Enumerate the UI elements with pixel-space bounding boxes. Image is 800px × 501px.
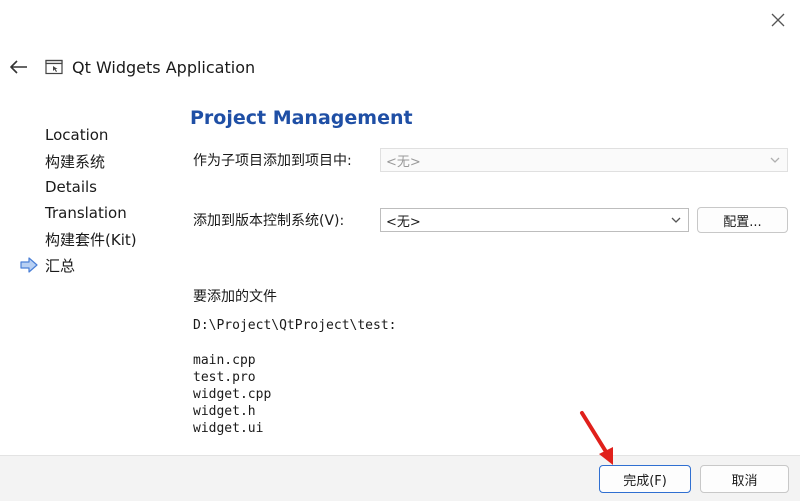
vcs-row: 添加到版本控制系统(V): <无> 配置... [193, 207, 788, 233]
back-button[interactable] [4, 52, 34, 82]
summary-page: Project Management 作为子项目添加到项目中: <无> 添加到版… [190, 100, 790, 436]
sidebar-item-build-system: 构建系统 [20, 148, 180, 174]
vcs-label: 添加到版本控制系统(V): [193, 213, 345, 229]
chevron-down-icon [770, 157, 780, 163]
sidebar-item-location: Location [20, 122, 180, 148]
sidebar-item-label: Location [45, 126, 109, 144]
wizard-steps-sidebar: Location 构建系统 Details Translation 构建套件(K… [20, 122, 180, 278]
back-arrow-icon [10, 60, 27, 74]
sidebar-item-details: Details [20, 174, 180, 200]
subproject-label: 作为子项目添加到项目中: [193, 153, 352, 169]
sidebar-item-label: Details [45, 178, 98, 196]
sidebar-item-translation: Translation [20, 200, 180, 226]
files-heading: 要添加的文件 [193, 289, 277, 305]
qt-widgets-app-icon [44, 57, 64, 77]
file-item: widget.cpp [193, 387, 272, 402]
subproject-value: <无> [386, 154, 421, 170]
sidebar-item-label: 构建系统 [45, 152, 106, 171]
vcs-configure-button[interactable]: 配置... [697, 207, 788, 233]
close-button[interactable] [764, 6, 792, 34]
files-path: D:\Project\QtProject\test: [193, 318, 397, 333]
cancel-button[interactable]: 取消 [700, 465, 789, 493]
vcs-value: <无> [386, 214, 421, 230]
sidebar-item-label: 构建套件(Kit) [45, 230, 137, 249]
page-title: Project Management [190, 107, 413, 129]
chevron-down-icon [671, 217, 681, 223]
current-step-arrow-icon [20, 257, 38, 273]
wizard-footer: 完成(F) 取消 [0, 455, 800, 501]
finish-button[interactable]: 完成(F) [599, 465, 691, 493]
sidebar-item-summary: 汇总 [20, 252, 180, 278]
window-title: Qt Widgets Application [72, 57, 256, 77]
vcs-combobox[interactable]: <无> [380, 208, 689, 232]
close-icon [771, 13, 785, 27]
subproject-row: 作为子项目添加到项目中: <无> [193, 148, 788, 172]
file-item: widget.ui [193, 421, 264, 436]
sidebar-item-kits: 构建套件(Kit) [20, 226, 180, 252]
file-item: test.pro [193, 370, 256, 385]
subproject-combobox[interactable]: <无> [380, 148, 788, 172]
file-item: main.cpp [193, 353, 256, 368]
sidebar-item-label: Translation [45, 204, 127, 222]
file-item: widget.h [193, 404, 256, 419]
sidebar-item-label: 汇总 [45, 256, 76, 275]
files-list: main.cpp test.pro widget.cpp widget.h wi… [193, 352, 271, 437]
wizard-header: Qt Widgets Application [0, 50, 800, 84]
wizard-window: Qt Widgets Application Location 构建系统 Det… [0, 0, 800, 501]
